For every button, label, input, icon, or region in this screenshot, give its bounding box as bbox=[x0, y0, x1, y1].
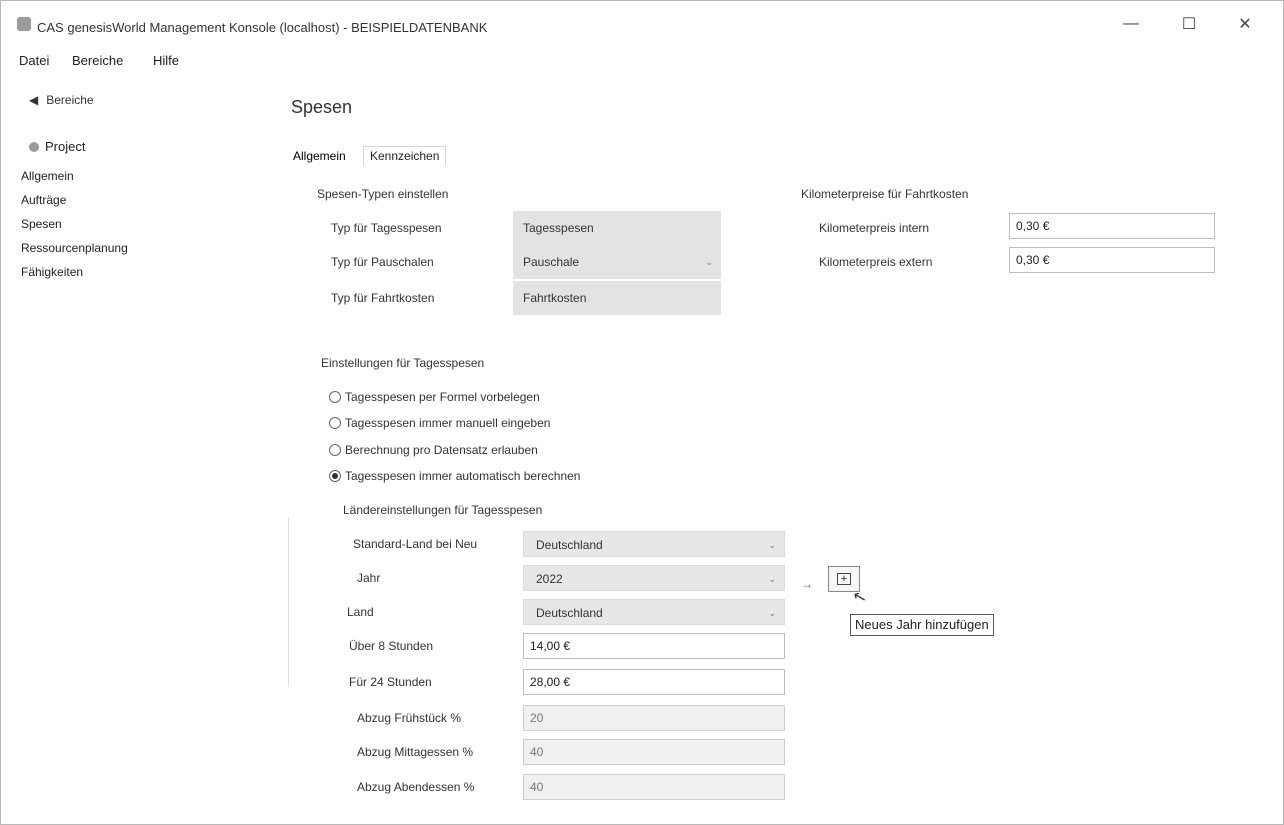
menu-datei[interactable]: Datei bbox=[19, 53, 49, 68]
back-label: Bereiche bbox=[46, 93, 94, 107]
sidebar-item-spesen[interactable]: Spesen bbox=[21, 217, 62, 231]
radio-label: Tagesspesen immer manuell eingeben bbox=[345, 416, 551, 430]
chevron-down-icon: ⌄ bbox=[705, 257, 713, 267]
tooltip: Neues Jahr hinzufügen bbox=[850, 614, 994, 636]
sidebar-item-faehigkeiten[interactable]: Fähigkeiten bbox=[21, 265, 83, 279]
select-jahr[interactable]: 2022 ⌄ bbox=[523, 565, 785, 591]
input-abzug-mittagessen[interactable]: 40 bbox=[523, 739, 785, 765]
label-land: Land bbox=[347, 605, 374, 619]
select-value: Pauschale bbox=[523, 255, 580, 269]
radio-icon bbox=[329, 391, 341, 403]
section-spesen-typen: Spesen-Typen einstellen bbox=[317, 187, 449, 201]
section-tagesspesen: Einstellungen für Tagesspesen bbox=[321, 356, 485, 370]
select-value: 2022 bbox=[536, 572, 563, 586]
project-icon bbox=[29, 141, 39, 152]
divider bbox=[288, 517, 289, 687]
select-typ-tagesspesen[interactable]: Tagesspesen bbox=[513, 211, 721, 245]
tab-allgemein[interactable]: Allgemein bbox=[293, 149, 346, 163]
input-kilometerpreis-intern[interactable]: 0,30 € bbox=[1009, 213, 1215, 239]
arrow-icon: → bbox=[801, 577, 813, 591]
menu-bar: Datei Bereiche Hilfe bbox=[1, 49, 1283, 73]
radio-pro-datensatz[interactable]: Berechnung pro Datensatz erlauben bbox=[329, 443, 538, 457]
radio-automatisch-berechnen[interactable]: Tagesspesen immer automatisch berechnen bbox=[329, 469, 580, 483]
project-label: Project bbox=[45, 139, 86, 154]
select-typ-pauschalen[interactable]: Pauschale ⌄ bbox=[513, 245, 721, 279]
chevron-down-icon: ⌄ bbox=[768, 574, 776, 584]
input-kilometerpreis-extern[interactable]: 0,30 € bbox=[1009, 247, 1215, 273]
app-icon bbox=[17, 17, 31, 31]
label-abzug-fruehstueck: Abzug Frühstück % bbox=[357, 711, 462, 725]
title-bar: CAS genesisWorld Management Konsole (loc… bbox=[1, 1, 1283, 43]
label-typ-fahrtkosten: Typ für Fahrtkosten bbox=[331, 291, 435, 305]
back-arrow-icon: ◀ bbox=[29, 93, 39, 107]
label-kilometerpreis-intern: Kilometerpreis intern bbox=[819, 221, 930, 235]
sidebar-item-ressourcenplanung[interactable]: Ressourcenplanung bbox=[21, 241, 128, 255]
select-value: Deutschland bbox=[536, 606, 603, 620]
input-ueber-8-stunden[interactable]: 14,00 € bbox=[523, 633, 785, 659]
select-value: Deutschland bbox=[536, 538, 603, 552]
radio-manuell-eingeben[interactable]: Tagesspesen immer manuell eingeben bbox=[329, 416, 550, 430]
tab-kennzeichen[interactable]: Kennzeichen bbox=[363, 146, 447, 165]
close-button[interactable]: ✕ bbox=[1227, 11, 1263, 37]
sidebar-item-allgemein[interactable]: Allgemein bbox=[21, 169, 74, 183]
input-fuer-24-stunden[interactable]: 28,00 € bbox=[523, 669, 785, 695]
menu-bereiche[interactable]: Bereiche bbox=[72, 53, 123, 68]
radio-formel-vorbelegen[interactable]: Tagesspesen per Formel vorbelegen bbox=[329, 390, 540, 404]
input-abzug-abendessen[interactable]: 40 bbox=[523, 774, 785, 800]
section-kilometerpreise: Kilometerpreise für Fahrtkosten bbox=[801, 187, 969, 201]
chevron-down-icon: ⌄ bbox=[768, 608, 776, 618]
select-value: Tagesspesen bbox=[523, 221, 594, 235]
mouse-cursor-icon: ↖ bbox=[851, 587, 869, 608]
project-item[interactable]: Project bbox=[29, 139, 85, 154]
chevron-down-icon: ⌄ bbox=[768, 540, 776, 550]
label-abzug-mittagessen: Abzug Mittagessen % bbox=[357, 745, 474, 759]
menu-hilfe[interactable]: Hilfe bbox=[153, 53, 179, 68]
label-jahr: Jahr bbox=[357, 571, 381, 585]
radio-label: Tagesspesen immer automatisch berechnen bbox=[345, 469, 581, 483]
radio-label: Berechnung pro Datensatz erlauben bbox=[345, 443, 538, 457]
radio-icon bbox=[329, 417, 341, 429]
label-fuer-24-stunden: Für 24 Stunden bbox=[349, 675, 432, 689]
label-typ-pauschalen: Typ für Pauschalen bbox=[331, 255, 434, 269]
label-standard-land: Standard-Land bei Neu bbox=[353, 537, 478, 551]
minimize-button[interactable]: — bbox=[1113, 11, 1149, 37]
window-title: CAS genesisWorld Management Konsole (loc… bbox=[37, 20, 488, 35]
back-button[interactable]: ◀ Bereiche bbox=[29, 93, 94, 107]
radio-selected-icon bbox=[329, 470, 341, 482]
select-value: Fahrtkosten bbox=[523, 291, 587, 305]
page-title: Spesen bbox=[291, 97, 353, 117]
maximize-button[interactable]: ☐ bbox=[1171, 11, 1207, 37]
add-icon: + bbox=[837, 573, 851, 585]
label-ueber-8-stunden: Über 8 Stunden bbox=[349, 639, 434, 653]
label-kilometerpreis-extern: Kilometerpreis extern bbox=[819, 255, 933, 269]
app-window: CAS genesisWorld Management Konsole (loc… bbox=[0, 0, 1284, 825]
input-abzug-fruehstueck[interactable]: 20 bbox=[523, 705, 785, 731]
section-laendereinstellungen: Ländereinstellungen für Tagesspesen bbox=[343, 503, 543, 517]
label-typ-tagesspesen: Typ für Tagesspesen bbox=[331, 221, 442, 235]
radio-label: Tagesspesen per Formel vorbelegen bbox=[345, 390, 540, 404]
select-standard-land[interactable]: Deutschland ⌄ bbox=[523, 531, 785, 557]
select-land[interactable]: Deutschland ⌄ bbox=[523, 599, 785, 625]
sidebar-item-auftraege[interactable]: Aufträge bbox=[21, 193, 66, 207]
label-abzug-abendessen: Abzug Abendessen % bbox=[357, 780, 475, 794]
select-typ-fahrtkosten[interactable]: Fahrtkosten bbox=[513, 281, 721, 315]
radio-icon bbox=[329, 444, 341, 456]
